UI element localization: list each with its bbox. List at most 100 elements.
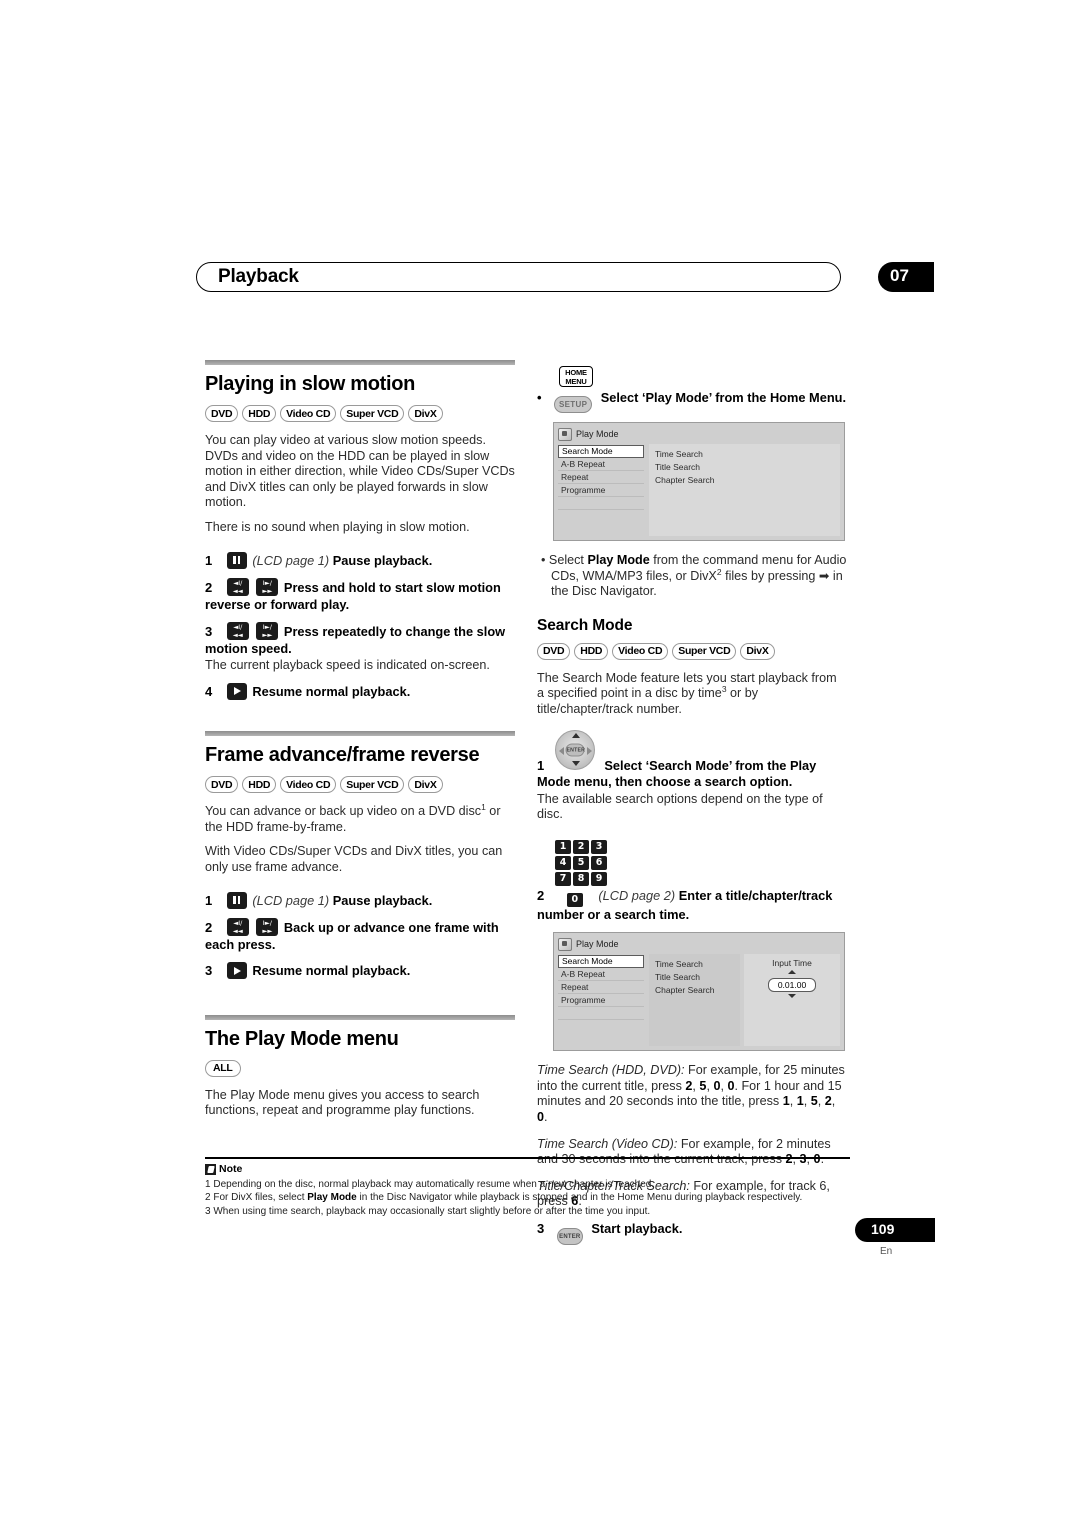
- osd-option-chapter-search[interactable]: Chapter Search: [655, 984, 740, 997]
- badge-super-vcd: Super VCD: [340, 776, 405, 794]
- note-tag: Note: [205, 1163, 850, 1175]
- spinner-down-icon[interactable]: [788, 994, 796, 999]
- footnote-text-post: in the Disc Navigator while playback is …: [356, 1192, 803, 1204]
- step-text: Pause playback.: [332, 892, 433, 908]
- keypad-key-0: 0: [566, 892, 583, 907]
- section-rule: [205, 1014, 515, 1020]
- setup-button-icon: SETUP: [554, 396, 593, 413]
- keypad-key-6: 6: [591, 855, 607, 870]
- keypad-key-4: 4: [555, 855, 571, 870]
- step-text: Back up or advance one frame with each p…: [205, 920, 499, 952]
- footnote-number: 2: [205, 1192, 211, 1204]
- step-text: Press and hold to start slow motion reve…: [205, 580, 501, 612]
- keypad-row: 4 5 6: [555, 855, 613, 870]
- example-key: 5: [699, 1078, 707, 1093]
- osd-menu-item-ab-repeat[interactable]: A-B Repeat: [558, 458, 644, 471]
- step-lcd-hint: (LCD page 2): [598, 887, 676, 903]
- home-menu-bullet: HOME MENU • SETUP Select ‘Play Mode’ fro…: [537, 366, 847, 413]
- chapter-number: 07: [890, 266, 909, 285]
- osd-menu-item-repeat[interactable]: Repeat: [558, 981, 644, 995]
- badge-divx: DivX: [408, 776, 443, 794]
- slow-motion-paragraph-1: You can play video at various slow motio…: [205, 433, 515, 510]
- step-text: Resume normal playback.: [252, 963, 411, 979]
- osd-titlebar: Play Mode: [558, 427, 840, 441]
- step-number: 2: [537, 887, 545, 903]
- search-para-a: The Search Mode feature lets you start p…: [537, 670, 837, 701]
- step-frame-1: 1 (LCD page 1) Pause playback.: [205, 891, 515, 910]
- footnote-1: 1 Depending on the disc, normal playback…: [205, 1178, 850, 1191]
- osd-screenshot-play-mode: Play Mode Search Mode A-B Repeat Repeat …: [553, 422, 845, 541]
- home-menu-bullet-text: Select ‘Play Mode’ from the Home Menu.: [600, 390, 847, 405]
- scan-reverse-button-icon: ◄Ι/◄◄: [226, 578, 249, 597]
- osd-option-title-search[interactable]: Title Search: [655, 971, 740, 984]
- osd-menu-item-ab-repeat[interactable]: A-B Repeat: [558, 968, 644, 982]
- step-frame-3: 3 Resume normal playback.: [205, 962, 515, 980]
- pause-button-icon: [226, 551, 247, 569]
- page-title: Playback: [218, 266, 299, 287]
- badge-divx: DivX: [740, 642, 775, 660]
- osd-options-list: Time Search Title Search Chapter Search: [649, 954, 740, 1047]
- osd-option-chapter-search[interactable]: Chapter Search: [655, 474, 840, 487]
- badge-hdd: HDD: [242, 405, 277, 422]
- home-menu-line-1: HOME: [565, 368, 587, 377]
- example-label: Time Search (Video CD):: [537, 1136, 678, 1151]
- osd-title-text: Play Mode: [576, 429, 619, 439]
- step-number: 3: [205, 624, 213, 640]
- search-mode-paragraph-1: The Search Mode feature lets you start p…: [537, 671, 847, 718]
- osd-option-time-search[interactable]: Time Search: [655, 958, 740, 971]
- osd-menu-item-search-mode[interactable]: Search Mode: [558, 955, 644, 969]
- osd-menu-item-programme[interactable]: Programme: [558, 994, 644, 1008]
- spinner-up-icon[interactable]: [788, 970, 796, 975]
- osd-option-title-search[interactable]: Title Search: [655, 461, 840, 474]
- badge-hdd: HDD: [574, 642, 609, 660]
- section-rule: [205, 360, 515, 365]
- step-slow-1: 1 (LCD page 1) Pause playback.: [205, 551, 515, 570]
- badge-super-vcd: Super VCD: [672, 642, 737, 660]
- osd-input-value[interactable]: 0.01.00: [767, 978, 817, 993]
- badge-hdd: HDD: [242, 776, 277, 794]
- command-menu-bullet: • Select Play Mode from the command menu…: [541, 553, 847, 600]
- scan-forward-button-icon: Ι►/►►: [256, 622, 279, 641]
- step-number: 1: [537, 757, 545, 773]
- osd-menu-item-blank: [558, 1020, 644, 1033]
- step-text: Pause playback.: [332, 552, 433, 568]
- scan-forward-button-icon: Ι►/►►: [256, 918, 279, 937]
- footnote-text: When using time search, playback may occ…: [213, 1205, 651, 1217]
- step-number: 1: [205, 892, 213, 908]
- osd-body: Search Mode A-B Repeat Repeat Programme …: [558, 954, 840, 1047]
- osd-menu-item-search-mode[interactable]: Search Mode: [558, 445, 644, 458]
- dpad-enter-icon: ENTER: [555, 729, 595, 770]
- keypad-key-5: 5: [573, 855, 589, 870]
- right-column: HOME MENU • SETUP Select ‘Play Mode’ fro…: [537, 360, 847, 1254]
- footnote-number: 3: [205, 1205, 211, 1217]
- disc-badges-play-mode: ALL: [205, 1059, 515, 1077]
- keypad-key-3: 3: [591, 839, 607, 854]
- step-slow-3: 3 ◄Ι/◄◄ Ι►/►► Press repeatedly to change…: [205, 622, 515, 674]
- osd-titlebar: Play Mode: [558, 937, 840, 951]
- step-number: 3: [205, 963, 213, 979]
- step-text: Start playback.: [591, 1221, 683, 1236]
- step-description: The current playback speed is indicated …: [205, 658, 490, 673]
- step-frame-2: 2 ◄Ι/◄◄ Ι►/►► Back up or advance one fra…: [205, 918, 515, 953]
- scan-forward-button-icon: Ι►/►►: [256, 578, 279, 597]
- footnote-3: 3 When using time search, playback may o…: [205, 1205, 850, 1218]
- osd-option-time-search[interactable]: Time Search: [655, 448, 840, 461]
- keypad-key-8: 8: [573, 871, 589, 886]
- play-button-icon: [226, 682, 247, 700]
- osd-input-panel: Input Time 0.01.00: [744, 954, 840, 1047]
- example-time-search-hdd-dvd: Time Search (HDD, DVD): For example, for…: [537, 1063, 845, 1125]
- section-heading-frame-advance: Frame advance/frame reverse: [205, 744, 480, 767]
- footnote-text-pre: For DivX files, select: [213, 1192, 308, 1204]
- osd-menu-item-repeat[interactable]: Repeat: [558, 471, 644, 484]
- step-search-3: 3 ENTER Start playback.: [537, 1221, 847, 1245]
- footnote-text-bold: Play Mode: [307, 1192, 357, 1204]
- osd-input-label: Input Time: [772, 958, 812, 969]
- scan-reverse-button-icon: ◄Ι/◄◄: [226, 622, 249, 641]
- osd-menu-item-programme[interactable]: Programme: [558, 484, 644, 497]
- disc-badges-search-mode: DVD HDD Video CD Super VCD DivX: [537, 642, 847, 660]
- badge-video-cd: Video CD: [280, 776, 337, 794]
- page-number: 109: [871, 1221, 895, 1237]
- step-number: 2: [205, 580, 213, 596]
- example-t3: .: [544, 1110, 548, 1125]
- keypad-key-1: 1: [555, 839, 571, 854]
